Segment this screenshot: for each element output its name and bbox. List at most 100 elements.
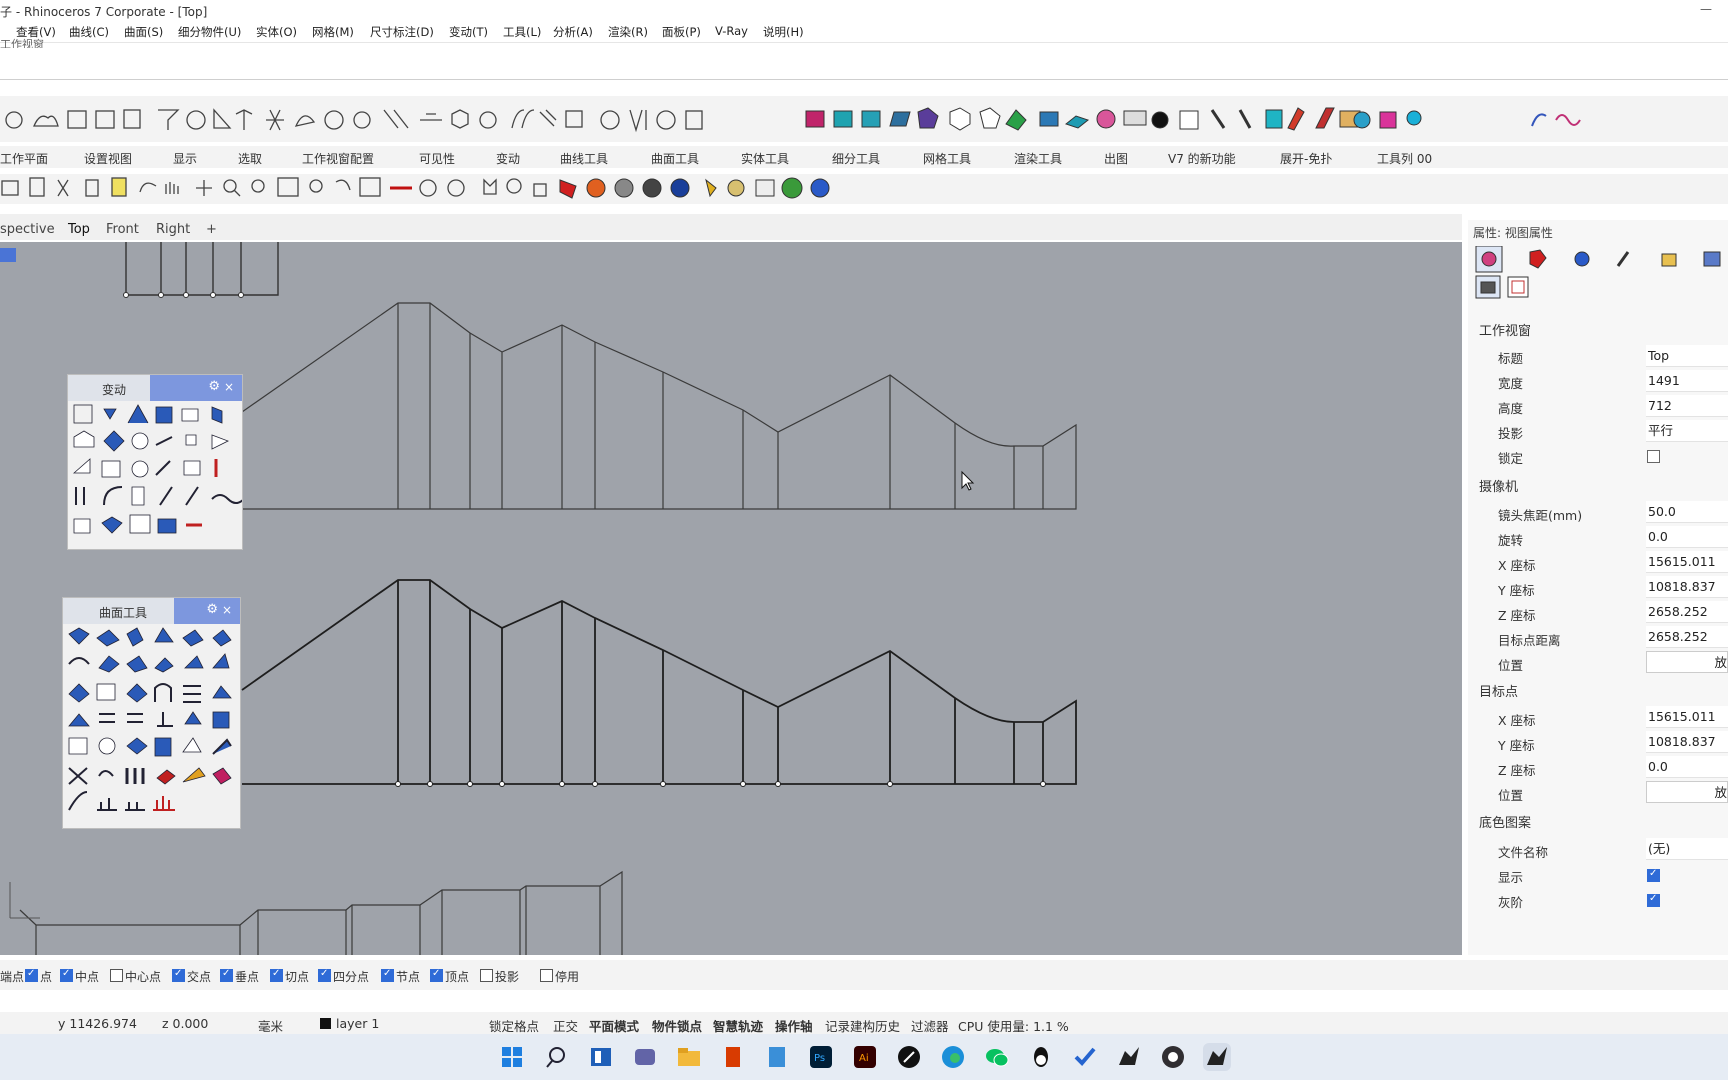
tab-unroll[interactable]: 展开-免扑: [1280, 150, 1332, 167]
menu-tools[interactable]: 工具(L): [503, 24, 541, 40]
osnap-knot-checkbox[interactable]: [381, 968, 394, 982]
osnap-perp-label[interactable]: 垂点: [235, 968, 259, 985]
osnap-point-checkbox[interactable]: [25, 968, 38, 982]
menu-render[interactable]: 渲染(R): [608, 24, 648, 40]
target-distance-field[interactable]: 2658.252: [1646, 626, 1728, 648]
widgets-icon[interactable]: [587, 1043, 615, 1071]
transform-panel-header[interactable]: 变动 ⚙ ×: [68, 375, 242, 401]
wechat-icon[interactable]: [983, 1043, 1011, 1071]
menu-analyze[interactable]: 分析(A): [553, 24, 593, 40]
show-checkbox[interactable]: [1647, 868, 1660, 882]
tab-visibility[interactable]: 可见性: [419, 150, 455, 167]
tab-perspective[interactable]: spective: [0, 222, 55, 237]
menu-curve[interactable]: 曲线(C): [69, 24, 109, 40]
osnap-point-label[interactable]: 点: [40, 968, 52, 985]
menu-mesh[interactable]: 网格(M): [312, 24, 354, 40]
osnap-int-checkbox[interactable]: [172, 968, 185, 982]
lock-checkbox[interactable]: [1647, 450, 1660, 463]
osnap-quad-label[interactable]: 四分点: [333, 968, 369, 985]
target-y-field[interactable]: 10818.837: [1646, 731, 1728, 753]
lens-field[interactable]: 50.0: [1646, 501, 1728, 523]
photoshop-icon[interactable]: Ps: [807, 1043, 835, 1071]
properties-tab-icons[interactable]: [1468, 246, 1728, 304]
osnap-disable-label[interactable]: 停用: [555, 968, 579, 985]
todo-icon[interactable]: [1071, 1043, 1099, 1071]
tab-v7-new[interactable]: V7 的新功能: [1168, 150, 1236, 167]
osnap-center-checkbox[interactable]: [110, 969, 123, 982]
grayscale-checkbox[interactable]: [1647, 893, 1660, 907]
camera-y-field[interactable]: 10818.837: [1646, 576, 1728, 598]
units[interactable]: 毫米: [258, 1016, 283, 1035]
command-history[interactable]: [0, 42, 1728, 80]
planar-toggle[interactable]: 平面模式: [589, 1016, 639, 1035]
tab-cplane[interactable]: 工作平面: [0, 150, 48, 167]
tab-surface-tools[interactable]: 曲面工具: [651, 150, 699, 167]
qq-icon[interactable]: [1027, 1043, 1055, 1071]
camera-z-field[interactable]: 2658.252: [1646, 601, 1728, 623]
tab-toolbar-icons[interactable]: [0, 174, 840, 204]
menu-surface[interactable]: 曲面(S): [124, 24, 163, 40]
tab-select[interactable]: 选取: [238, 150, 262, 167]
osnap-quad-checkbox[interactable]: [318, 968, 331, 982]
panel-gear-icon[interactable]: ⚙: [208, 379, 220, 394]
add-viewport-icon[interactable]: +: [206, 222, 217, 237]
tab-front[interactable]: Front: [106, 222, 139, 237]
tab-top[interactable]: Top: [68, 222, 90, 237]
grid-snap-toggle[interactable]: 锁定格点: [489, 1016, 539, 1035]
menu-vray[interactable]: V-Ray: [715, 24, 748, 38]
close-icon[interactable]: ×: [222, 603, 232, 617]
osnap-mid-checkbox[interactable]: [60, 968, 73, 982]
osnap-tan-checkbox[interactable]: [270, 968, 283, 982]
menu-dimension[interactable]: 尺寸标注(D): [370, 24, 434, 40]
target-x-field[interactable]: 15615.011: [1646, 706, 1728, 728]
osnap-project-checkbox[interactable]: [480, 969, 493, 982]
obs-icon[interactable]: [1159, 1043, 1187, 1071]
close-icon[interactable]: ×: [224, 380, 234, 394]
tab-set-view[interactable]: 设置视图: [84, 150, 132, 167]
tab-display[interactable]: 显示: [173, 150, 197, 167]
surface-tool-icons[interactable]: [63, 624, 240, 828]
edge-icon[interactable]: [939, 1043, 967, 1071]
height-field[interactable]: 712: [1646, 395, 1728, 417]
office-icon[interactable]: [719, 1043, 747, 1071]
current-layer[interactable]: layer 1: [336, 1016, 379, 1031]
minimize-icon[interactable]: —: [1700, 2, 1712, 16]
smart-track-toggle[interactable]: 智慧轨迹: [713, 1016, 763, 1035]
tab-transform[interactable]: 变动: [496, 150, 520, 167]
width-field[interactable]: 1491: [1646, 370, 1728, 392]
notepad-icon[interactable]: [763, 1043, 791, 1071]
osnap-project-label[interactable]: 投影: [495, 968, 519, 985]
illustrator-icon[interactable]: Ai: [851, 1043, 879, 1071]
osnap-vertex-label[interactable]: 顶点: [445, 968, 469, 985]
tab-solid-tools[interactable]: 实体工具: [741, 150, 789, 167]
search-icon[interactable]: [543, 1043, 571, 1071]
camera-x-field[interactable]: 15615.011: [1646, 551, 1728, 573]
target-z-field[interactable]: 0.0: [1646, 756, 1728, 778]
osnap-disable-checkbox[interactable]: [540, 969, 553, 982]
camera-place-button[interactable]: 放: [1646, 651, 1728, 673]
title-field[interactable]: Top: [1646, 345, 1728, 367]
toolbar-icons[interactable]: [0, 96, 1728, 142]
osnap-end-label[interactable]: 端点: [0, 968, 24, 985]
rotation-field[interactable]: 0.0: [1646, 526, 1728, 548]
tab-drafting[interactable]: 出图: [1104, 150, 1128, 167]
menu-transform[interactable]: 变动(T): [449, 24, 488, 40]
explorer-icon[interactable]: [675, 1043, 703, 1071]
surface-tools-panel-header[interactable]: 曲面工具 ⚙ ×: [63, 598, 240, 624]
panel-gear-icon[interactable]: ⚙: [206, 602, 218, 617]
filter-toggle[interactable]: 过滤器: [911, 1016, 949, 1035]
menu-help[interactable]: 说明(H): [763, 24, 804, 40]
osnap-toggle[interactable]: 物件锁点: [652, 1016, 702, 1035]
menu-subd[interactable]: 细分物件(U): [178, 24, 241, 40]
target-place-button[interactable]: 放: [1646, 781, 1728, 803]
tab-curve-tools[interactable]: 曲线工具: [560, 150, 608, 167]
pen-icon[interactable]: [895, 1043, 923, 1071]
tab-mesh-tools[interactable]: 网格工具: [923, 150, 971, 167]
osnap-int-label[interactable]: 交点: [187, 968, 211, 985]
ortho-toggle[interactable]: 正交: [553, 1016, 578, 1035]
filename-field[interactable]: (无): [1646, 838, 1728, 860]
tab-subd-tools[interactable]: 细分工具: [832, 150, 880, 167]
rhino-icon[interactable]: [1115, 1043, 1143, 1071]
tab-viewport-layout[interactable]: 工作视窗配置: [302, 150, 374, 167]
record-history-toggle[interactable]: 记录建构历史: [825, 1016, 900, 1035]
